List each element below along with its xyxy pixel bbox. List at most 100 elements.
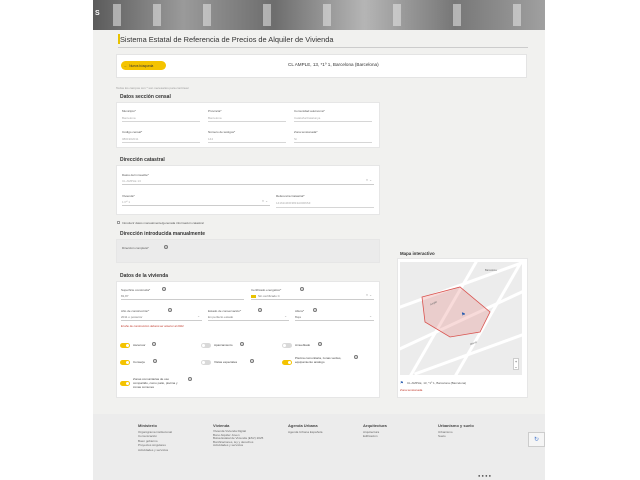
toggle-vistas-label: Vistas especiales <box>214 360 238 364</box>
info-icon[interactable]: i <box>153 359 157 363</box>
footer-links-vivienda: Vivienda Vivienda Digital Bono Alquiler … <box>213 429 278 448</box>
info-icon[interactable]: i <box>240 342 244 346</box>
arrow-left-icon: ← <box>124 63 128 68</box>
vivienda-select[interactable]: 1 Pº 1 × ⌄ <box>122 199 270 206</box>
divider <box>118 47 528 48</box>
info-icon[interactable]: i <box>300 287 304 291</box>
vivienda-label: Vivienda* <box>122 194 135 198</box>
altura-label: Altura* <box>295 309 305 313</box>
referencia-value: 1416113DF3813A0006SF <box>276 201 311 205</box>
footer-heading[interactable]: Agenda Urbana <box>288 423 318 428</box>
section-title-manual: Dirección introducida manualmente <box>120 231 206 237</box>
section-title-censal: Datos sección censal <box>120 94 171 100</box>
toggle-ascensor[interactable] <box>120 343 130 348</box>
toggle-amueblado[interactable] <box>282 343 292 348</box>
municipio-label: Municipio* <box>122 109 136 113</box>
altura-value: Baja <box>295 315 302 319</box>
chevron-down-icon: ⌄ <box>197 314 200 318</box>
footer-link[interactable]: Actividades y servicios <box>138 448 172 452</box>
toggle-conserje-label: Conserje <box>133 360 146 364</box>
instagram-icon[interactable]: ● <box>485 473 487 478</box>
section-title-vivienda: Datos de la vivienda <box>120 273 169 279</box>
anio-select[interactable]: 2011 o posterior ⌄ <box>121 314 202 321</box>
interactive-map[interactable]: ⚑ Barcelona Ample Mercè + − <box>400 262 522 375</box>
manual-card <box>116 239 380 263</box>
info-icon[interactable]: i <box>354 355 358 359</box>
toggle-piscina[interactable] <box>282 360 292 365</box>
info-icon[interactable]: i <box>164 245 168 249</box>
superficie-label: Superficie construida* <box>121 288 151 292</box>
page-title: Sistema Estatal de Referencia de Precios… <box>120 35 334 44</box>
info-icon[interactable]: i <box>162 287 166 291</box>
referencia-label: Referencia Catastral* <box>276 194 305 198</box>
footer-heading[interactable]: Arquitectura <box>363 423 387 428</box>
new-search-button[interactable]: ← Nueva búsqueda <box>121 61 166 70</box>
footer-link[interactable]: Suelo <box>438 434 453 438</box>
inmueble-label: Datos del inmueble* <box>122 173 149 177</box>
toggle-vistas[interactable] <box>201 360 211 365</box>
info-icon[interactable]: i <box>258 308 262 312</box>
inmueble-select[interactable]: CL AMPLE 13 × ⌄ <box>122 178 374 185</box>
toggle-ascensor-label: Ascensor <box>133 343 146 347</box>
toggle-zonas[interactable] <box>120 381 130 386</box>
recaptcha-icon[interactable]: ↻ <box>528 432 545 447</box>
toggle-conserje[interactable] <box>120 360 130 365</box>
toggle-aparcamiento-label: Aparcamiento <box>214 343 233 347</box>
info-icon[interactable]: i <box>250 359 254 363</box>
footer-links-ministerio: Organigrama institucional Comunicación B… <box>138 430 172 452</box>
provincia-label: Provincia* <box>208 109 222 113</box>
toggle-amueblado-label: Amueblado <box>295 343 311 347</box>
altura-select[interactable]: Baja ⌄ <box>295 314 374 321</box>
info-icon[interactable]: i <box>188 377 192 381</box>
footer-link[interactable]: Agenda Urbana Española <box>288 430 322 434</box>
anio-value: 2011 o posterior <box>121 315 143 319</box>
social-icons: ● ● ● ● <box>478 473 491 478</box>
location-pin-icon: ⚑ <box>400 380 404 385</box>
comunidad-label: Comunidad autónoma* <box>294 109 325 113</box>
map-street-label: Barcelona <box>485 269 497 272</box>
vivienda-value: 1 Pº 1 <box>122 200 131 204</box>
inmueble-value: CL AMPLE 13 <box>122 179 141 183</box>
estado-select[interactable]: En perfecto estado ⌄ <box>208 314 289 321</box>
required-note: Todos los campos con * son necesarios pa… <box>116 86 189 90</box>
manual-checkbox[interactable] <box>117 221 120 224</box>
manual-checkbox-label: Introducir datos manualmente/generada in… <box>122 221 204 225</box>
new-search-label: Nueva búsqueda <box>129 63 154 68</box>
superficie-input[interactable]: 81,87 <box>121 293 244 300</box>
municipio-value: Barcelona <box>122 116 136 120</box>
zona-tensionada-link[interactable]: Zona tensionada <box>400 388 422 392</box>
footer-link[interactable]: Actividades y servicios <box>213 444 278 448</box>
location-pin-icon[interactable]: ⚑ <box>461 312 465 318</box>
estado-value: En perfecto estado <box>208 315 234 319</box>
certificado-label: Certificado energético* <box>251 288 282 292</box>
youtube-icon[interactable]: ● <box>489 473 491 478</box>
certificado-value: Sin certificado C <box>258 294 280 298</box>
twitter-icon[interactable]: ● <box>482 473 484 478</box>
zona-tensionada-value: Sí <box>294 137 297 141</box>
info-icon[interactable]: i <box>313 308 317 312</box>
info-icon[interactable]: i <box>168 308 172 312</box>
footer-heading[interactable]: Ministerio <box>138 423 157 428</box>
chevron-down-icon: × ⌄ <box>366 178 372 182</box>
anio-label: Año de construcción* <box>121 309 150 313</box>
codigo-censal-value: 0801902011 <box>122 137 139 141</box>
certificado-select[interactable]: Sin certificado C × ⌄ <box>251 293 374 300</box>
zone-polygon <box>421 286 491 338</box>
info-icon[interactable]: i <box>318 342 322 346</box>
chevron-down-icon: ⌄ <box>369 314 372 318</box>
selected-address: CL AMPLE, 13, *1º 1, Barcelona (Barcelon… <box>288 62 379 67</box>
testigos-value: 144 <box>208 137 214 141</box>
footer-heading[interactable]: Urbanismo y suelo <box>438 423 474 428</box>
footer-heading[interactable]: Vivienda <box>213 423 229 428</box>
info-icon[interactable]: i <box>152 342 156 346</box>
site-logo[interactable]: S <box>95 10 100 17</box>
direccion-label: Dirección completa* <box>122 246 149 250</box>
footer-link[interactable]: Edificación <box>363 434 379 438</box>
chevron-down-icon: ⌄ <box>284 314 287 318</box>
facebook-icon[interactable]: ● <box>478 473 480 478</box>
estado-label: Estado de conservación* <box>208 309 242 313</box>
header-banner: S <box>93 0 545 30</box>
zoom-control[interactable]: + − <box>513 358 519 370</box>
toggle-zonas-label: Zonas comunitarias de uso compartido, co… <box>133 377 178 389</box>
toggle-aparcamiento[interactable] <box>201 343 211 348</box>
